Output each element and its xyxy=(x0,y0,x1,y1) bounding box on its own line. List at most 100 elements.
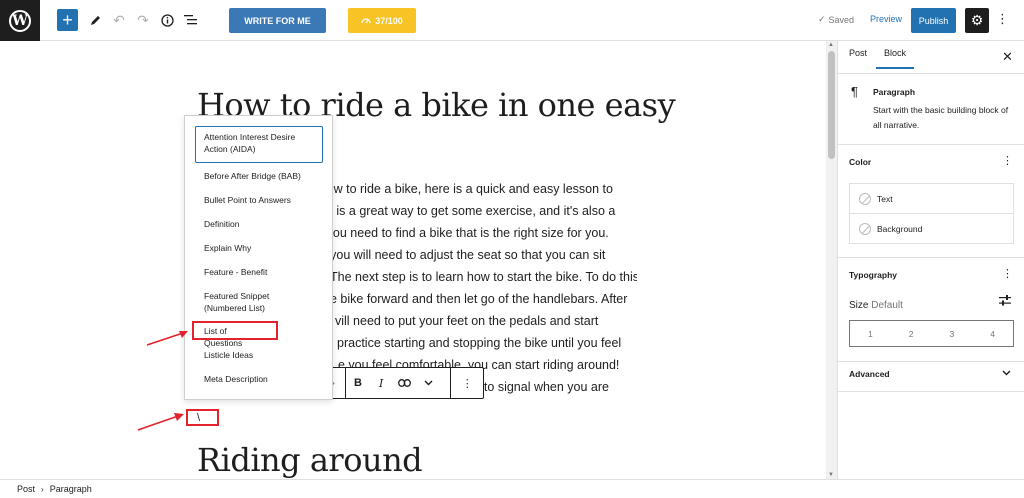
link-button[interactable] xyxy=(392,368,418,398)
breadcrumb-paragraph[interactable]: Paragraph xyxy=(50,484,92,494)
slash-command-input[interactable]: \ xyxy=(186,409,219,426)
more-formats-button[interactable] xyxy=(418,368,440,398)
editor-canvas[interactable]: How to ride a bike in one easy y how to … xyxy=(0,41,826,479)
menu-item[interactable]: Featured Snippet (Numbered List) xyxy=(204,290,304,314)
annotation-arrow-icon xyxy=(137,413,184,431)
size-value: Default xyxy=(871,300,903,311)
menu-item-highlighted[interactable]: List of Questions xyxy=(192,321,278,348)
write-for-me-label: WRITE FOR ME xyxy=(244,15,311,26)
list-view-icon xyxy=(184,15,197,25)
menu-item[interactable]: Explain Why xyxy=(204,242,326,254)
info-icon xyxy=(160,13,174,27)
kebab-icon: ⋮ xyxy=(996,11,1009,26)
block-description: Start with the basic building block of a… xyxy=(873,105,1009,130)
chevron-down-icon xyxy=(1002,370,1011,376)
block-card: ¶ Paragraph Start with the basic buildin… xyxy=(838,74,1024,145)
editor-header: W + ↶ ↷ WRITE FOR ME 37/100 ✓ Saved Prev… xyxy=(0,0,1024,41)
link-icon xyxy=(398,379,412,387)
italic-button[interactable]: I xyxy=(370,368,392,398)
color-settings: Text Background xyxy=(849,183,1014,244)
close-icon: ✕ xyxy=(1002,49,1013,64)
add-block-button[interactable]: + xyxy=(57,9,78,31)
publish-button[interactable]: Publish xyxy=(911,8,956,33)
details-button[interactable] xyxy=(158,9,176,31)
settings-sidebar: Post Block ✕ ¶ Paragraph Start with the … xyxy=(837,41,1024,479)
chevron-down-icon xyxy=(424,380,433,386)
block-options-button[interactable]: ⋮ xyxy=(451,368,483,398)
heading-block[interactable]: Riding around xyxy=(197,441,423,479)
tools-button[interactable] xyxy=(86,9,104,31)
block-name: Paragraph xyxy=(873,87,916,97)
swatch-icon xyxy=(859,223,871,235)
saved-status: ✓ Saved xyxy=(818,14,854,25)
undo-button[interactable]: ↶ xyxy=(110,9,128,31)
plus-icon: + xyxy=(62,10,73,30)
menu-item[interactable]: Listicle Ideas xyxy=(204,349,326,361)
scrollbar-thumb[interactable] xyxy=(828,51,835,159)
tab-block[interactable]: Block xyxy=(876,48,915,69)
font-size-option[interactable]: 4 xyxy=(972,321,1013,346)
preview-button[interactable]: Preview xyxy=(870,14,902,24)
redo-button[interactable]: ↷ xyxy=(134,9,152,31)
tab-post[interactable]: Post xyxy=(849,48,867,58)
annotation-arrow-icon xyxy=(146,331,188,346)
typography-options-button[interactable]: ⋮ xyxy=(1002,267,1013,280)
advanced-toggle-button[interactable] xyxy=(1002,367,1011,379)
menu-item[interactable]: Definition xyxy=(204,218,326,230)
font-size-option[interactable]: 2 xyxy=(891,321,932,346)
write-for-me-button[interactable]: WRITE FOR ME xyxy=(229,8,326,33)
menu-item[interactable]: Bullet Point to Answers xyxy=(204,194,326,206)
saved-label: Saved xyxy=(828,14,855,25)
kebab-icon: ⋮ xyxy=(461,377,473,390)
panel-divider xyxy=(838,361,1024,362)
options-menu-button[interactable]: ⋮ xyxy=(996,11,1009,27)
swatch-icon xyxy=(859,192,871,205)
color-background-option[interactable]: Background xyxy=(850,214,1013,244)
settings-button[interactable]: ⚙ xyxy=(965,8,989,33)
kebab-icon: ⋮ xyxy=(1002,268,1013,280)
advanced-panel-title[interactable]: Advanced xyxy=(849,369,890,379)
pencil-icon xyxy=(90,15,100,25)
panel-divider xyxy=(838,391,1024,392)
close-sidebar-button[interactable]: ✕ xyxy=(1002,49,1013,65)
font-size-option[interactable]: 1 xyxy=(850,321,891,346)
list-view-button[interactable] xyxy=(182,9,200,31)
color-text-option[interactable]: Text xyxy=(850,184,1013,214)
breadcrumb-post[interactable]: Post xyxy=(17,484,35,494)
panel-divider xyxy=(838,257,1024,258)
size-label-text: Size xyxy=(849,300,869,311)
block-toolbar: ◆ B I ⋮ xyxy=(316,367,484,399)
chevron-right-icon: › xyxy=(41,484,44,494)
editor-scrollbar[interactable]: ▲ ▼ xyxy=(826,41,837,479)
menu-item[interactable]: Attention Interest Desire Action (AIDA) xyxy=(195,126,323,163)
scroll-up-icon[interactable]: ▲ xyxy=(828,42,834,48)
color-text-label: Text xyxy=(877,193,893,204)
breadcrumb: Post › Paragraph xyxy=(0,479,1024,498)
color-panel-title[interactable]: Color xyxy=(849,157,871,167)
sliders-icon xyxy=(999,295,1011,306)
slash-command-menu: Attention Interest Desire Action (AIDA) … xyxy=(184,115,333,400)
typography-panel-title[interactable]: Typography xyxy=(849,270,897,280)
font-size-picker: 1 2 3 4 xyxy=(849,320,1014,347)
menu-item[interactable]: Feature - Benefit xyxy=(204,266,326,278)
custom-size-button[interactable] xyxy=(999,295,1011,309)
font-size-label: Size Default xyxy=(849,300,903,311)
gear-icon: ⚙ xyxy=(970,12,984,28)
menu-item[interactable]: Meta Description xyxy=(204,373,326,385)
kebab-icon: ⋮ xyxy=(1002,155,1013,167)
gauge-icon xyxy=(361,17,371,23)
color-options-button[interactable]: ⋮ xyxy=(1002,154,1013,167)
wordpress-logo-button[interactable]: W xyxy=(0,0,40,41)
redo-icon: ↷ xyxy=(137,11,149,28)
scroll-down-icon[interactable]: ▼ xyxy=(828,472,834,478)
font-size-option[interactable]: 3 xyxy=(932,321,973,346)
menu-item[interactable]: Before After Bridge (BAB) xyxy=(204,170,326,182)
seo-score-button[interactable]: 37/100 xyxy=(348,8,416,33)
wordpress-icon: W xyxy=(9,9,31,32)
color-background-label: Background xyxy=(877,224,923,234)
sidebar-tabs: Post Block ✕ xyxy=(838,41,1024,74)
seo-score-label: 37/100 xyxy=(375,15,403,26)
check-icon: ✓ xyxy=(818,14,826,24)
bold-button[interactable]: B xyxy=(346,368,371,398)
undo-icon: ↶ xyxy=(113,11,125,28)
